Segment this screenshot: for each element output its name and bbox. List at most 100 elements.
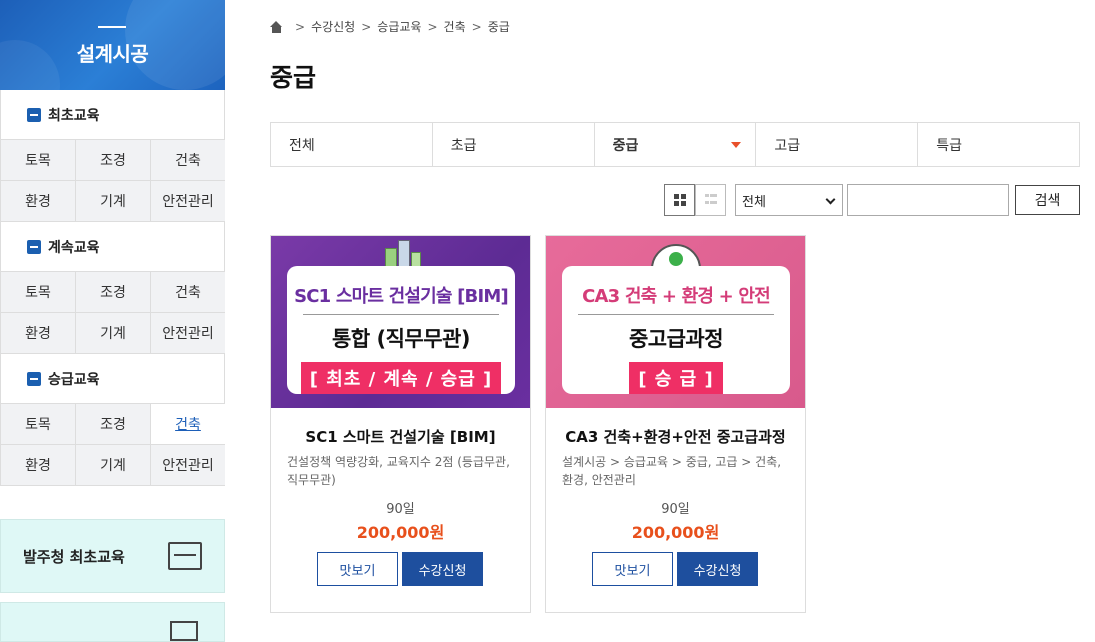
category-grid: 토목 조경 건축 환경 기계 안전관리 [1,404,225,486]
category-link[interactable]: 기계 [76,445,151,486]
course-actions: 맛보기 수강신청 [317,552,483,586]
section-title: 최초교육 [1,90,224,140]
thumbnail-banner: SC1 스마트 건설기술 [BIM] 통합 (직무무관) [ 최초 / 계속 /… [287,266,515,394]
category-link[interactable]: 안전관리 [151,313,225,354]
category-grid: 토목 조경 건축 환경 기계 안전관리 [1,272,225,354]
category-link[interactable]: 안전관리 [151,445,225,486]
tab-special[interactable]: 특급 [918,123,1079,166]
banner-title: CA3 건축 + 환경 + 안전 [582,286,771,307]
category-link[interactable]: 조경 [76,272,151,313]
breadcrumb-item[interactable]: 승급교육 [377,18,421,35]
course-card: CA3 건축 + 환경 + 안전 중고급과정 [ 승 급 ] CA3 건축+환경… [545,235,806,613]
tab-intermediate[interactable]: 중급 [594,123,757,166]
category-link[interactable]: 건축 [151,272,225,313]
category-link[interactable]: 조경 [76,140,151,181]
sidebar-header: 설계시공 [0,0,225,90]
course-title[interactable]: CA3 건축+환경+안전 중고급과정 [546,426,805,447]
category-select[interactable]: 전체 [735,184,843,216]
tab-advanced[interactable]: 고급 [756,123,919,166]
course-list: SC1 스마트 건설기술 [BIM] 통합 (직무무관) [ 최초 / 계속 /… [270,235,806,613]
abacus-icon [168,542,202,570]
category-link[interactable]: 기계 [76,181,151,222]
sidebar-title: 설계시공 [76,42,149,66]
section-title-label: 최초교육 [48,107,100,124]
course-thumbnail[interactable]: CA3 건축 + 환경 + 안전 중고급과정 [ 승 급 ] [546,236,805,408]
sidebar: 설계시공 최초교육 토목 조경 건축 환경 기계 안전관리 계속교육 토목 조경… [0,0,225,642]
grid-view-button[interactable] [664,184,695,216]
title-bar [98,26,126,28]
apply-button[interactable]: 수강신청 [677,552,758,586]
category-link[interactable]: 토목 [1,272,76,313]
tab-beginner[interactable]: 초급 [433,123,595,166]
banner-title: SC1 스마트 건설기술 [BIM] [294,286,509,307]
caret-down-icon [731,142,742,148]
level-tabs: 전체 초급 중급 고급 특급 [270,122,1080,167]
course-thumbnail[interactable]: SC1 스마트 건설기술 [BIM] 통합 (직무무관) [ 최초 / 계속 /… [271,236,530,408]
arrow-icon [27,107,41,122]
promo-banner[interactable]: 발주청 최초교육 [0,519,225,593]
category-link[interactable]: 환경 [1,313,76,354]
course-description: 설계시공 > 승급교육 > 중급, 고급 > 건축, 환경, 안전관리 [562,455,782,487]
arrow-icon [27,239,41,254]
chevron-down-icon [825,194,836,205]
course-actions: 맛보기 수강신청 [592,552,758,586]
category-link[interactable]: 기계 [76,313,151,354]
course-title[interactable]: SC1 스마트 건설기술 [BIM] [271,426,530,447]
preview-button[interactable]: 맛보기 [317,552,398,586]
category-link[interactable]: 건축 [151,140,225,181]
separator-icon: > [427,19,438,34]
promo-banner-secondary[interactable] [0,602,225,642]
separator-icon: > [471,19,482,34]
separator-icon: > [361,19,372,34]
page-title: 중급 [270,63,317,92]
search-button[interactable]: 검색 [1015,185,1080,215]
banner-tag: [ 승 급 ] [629,362,723,394]
preview-button[interactable]: 맛보기 [592,552,673,586]
home-icon[interactable] [270,20,283,33]
category-link[interactable]: 토목 [1,404,76,445]
thumbnail-banner: CA3 건축 + 환경 + 안전 중고급과정 [ 승 급 ] [562,266,790,394]
course-duration: 90일 [661,502,690,517]
select-value: 전체 [742,194,766,210]
grid-icon [673,194,686,206]
sidebar-section-continuing: 계속교육 토목 조경 건축 환경 기계 안전관리 [0,222,225,354]
category-link[interactable]: 환경 [1,181,76,222]
banner-tag: [ 최초 / 계속 / 승급 ] [300,362,502,394]
list-view-button[interactable] [695,184,726,216]
breadcrumb-item[interactable]: 수강신청 [311,18,355,35]
tab-label: 중급 [612,137,639,154]
sidebar-section-initial: 최초교육 토목 조경 건축 환경 기계 안전관리 [0,90,225,222]
category-grid: 토목 조경 건축 환경 기계 안전관리 [1,140,225,222]
separator-icon: > [295,19,306,34]
filter-toolbar: 전체 검색 [664,184,1080,216]
banner-subtitle: 중고급과정 [628,327,724,351]
sidebar-section-promotion: 승급교육 토목 조경 건축 환경 기계 안전관리 [0,354,225,486]
breadcrumb: > 수강신청 > 승급교육 > 건축 > 중급 [270,18,510,35]
banner-subtitle: 통합 (직무무관) [332,327,470,351]
category-link[interactable]: 토목 [1,140,76,181]
course-price: 200,000원 [356,523,445,542]
category-link[interactable]: 조경 [76,404,151,445]
section-title-label: 승급교육 [48,371,100,388]
course-duration: 90일 [386,502,415,517]
course-description: 건설정책 역량강화, 교육지수 2점 (등급무관, 직무무관) [287,455,510,487]
tab-all[interactable]: 전체 [271,123,433,166]
category-link[interactable]: 환경 [1,445,76,486]
course-card: SC1 스마트 건설기술 [BIM] 통합 (직무무관) [ 최초 / 계속 /… [270,235,531,613]
building-icon [170,621,198,641]
breadcrumb-item[interactable]: 건축 [444,18,466,35]
section-title: 승급교육 [1,354,224,404]
section-title: 계속교육 [1,222,224,272]
apply-button[interactable]: 수강신청 [402,552,483,586]
section-title-label: 계속교육 [48,239,100,256]
promo-label: 발주청 최초교육 [23,547,125,566]
list-icon [704,194,717,206]
category-link[interactable]: 안전관리 [151,181,225,222]
course-price: 200,000원 [631,523,720,542]
arrow-icon [27,371,41,386]
search-input[interactable] [847,184,1009,216]
divider [578,314,774,315]
breadcrumb-item[interactable]: 중급 [488,18,510,35]
category-link-active[interactable]: 건축 [151,404,225,445]
divider [303,314,499,315]
